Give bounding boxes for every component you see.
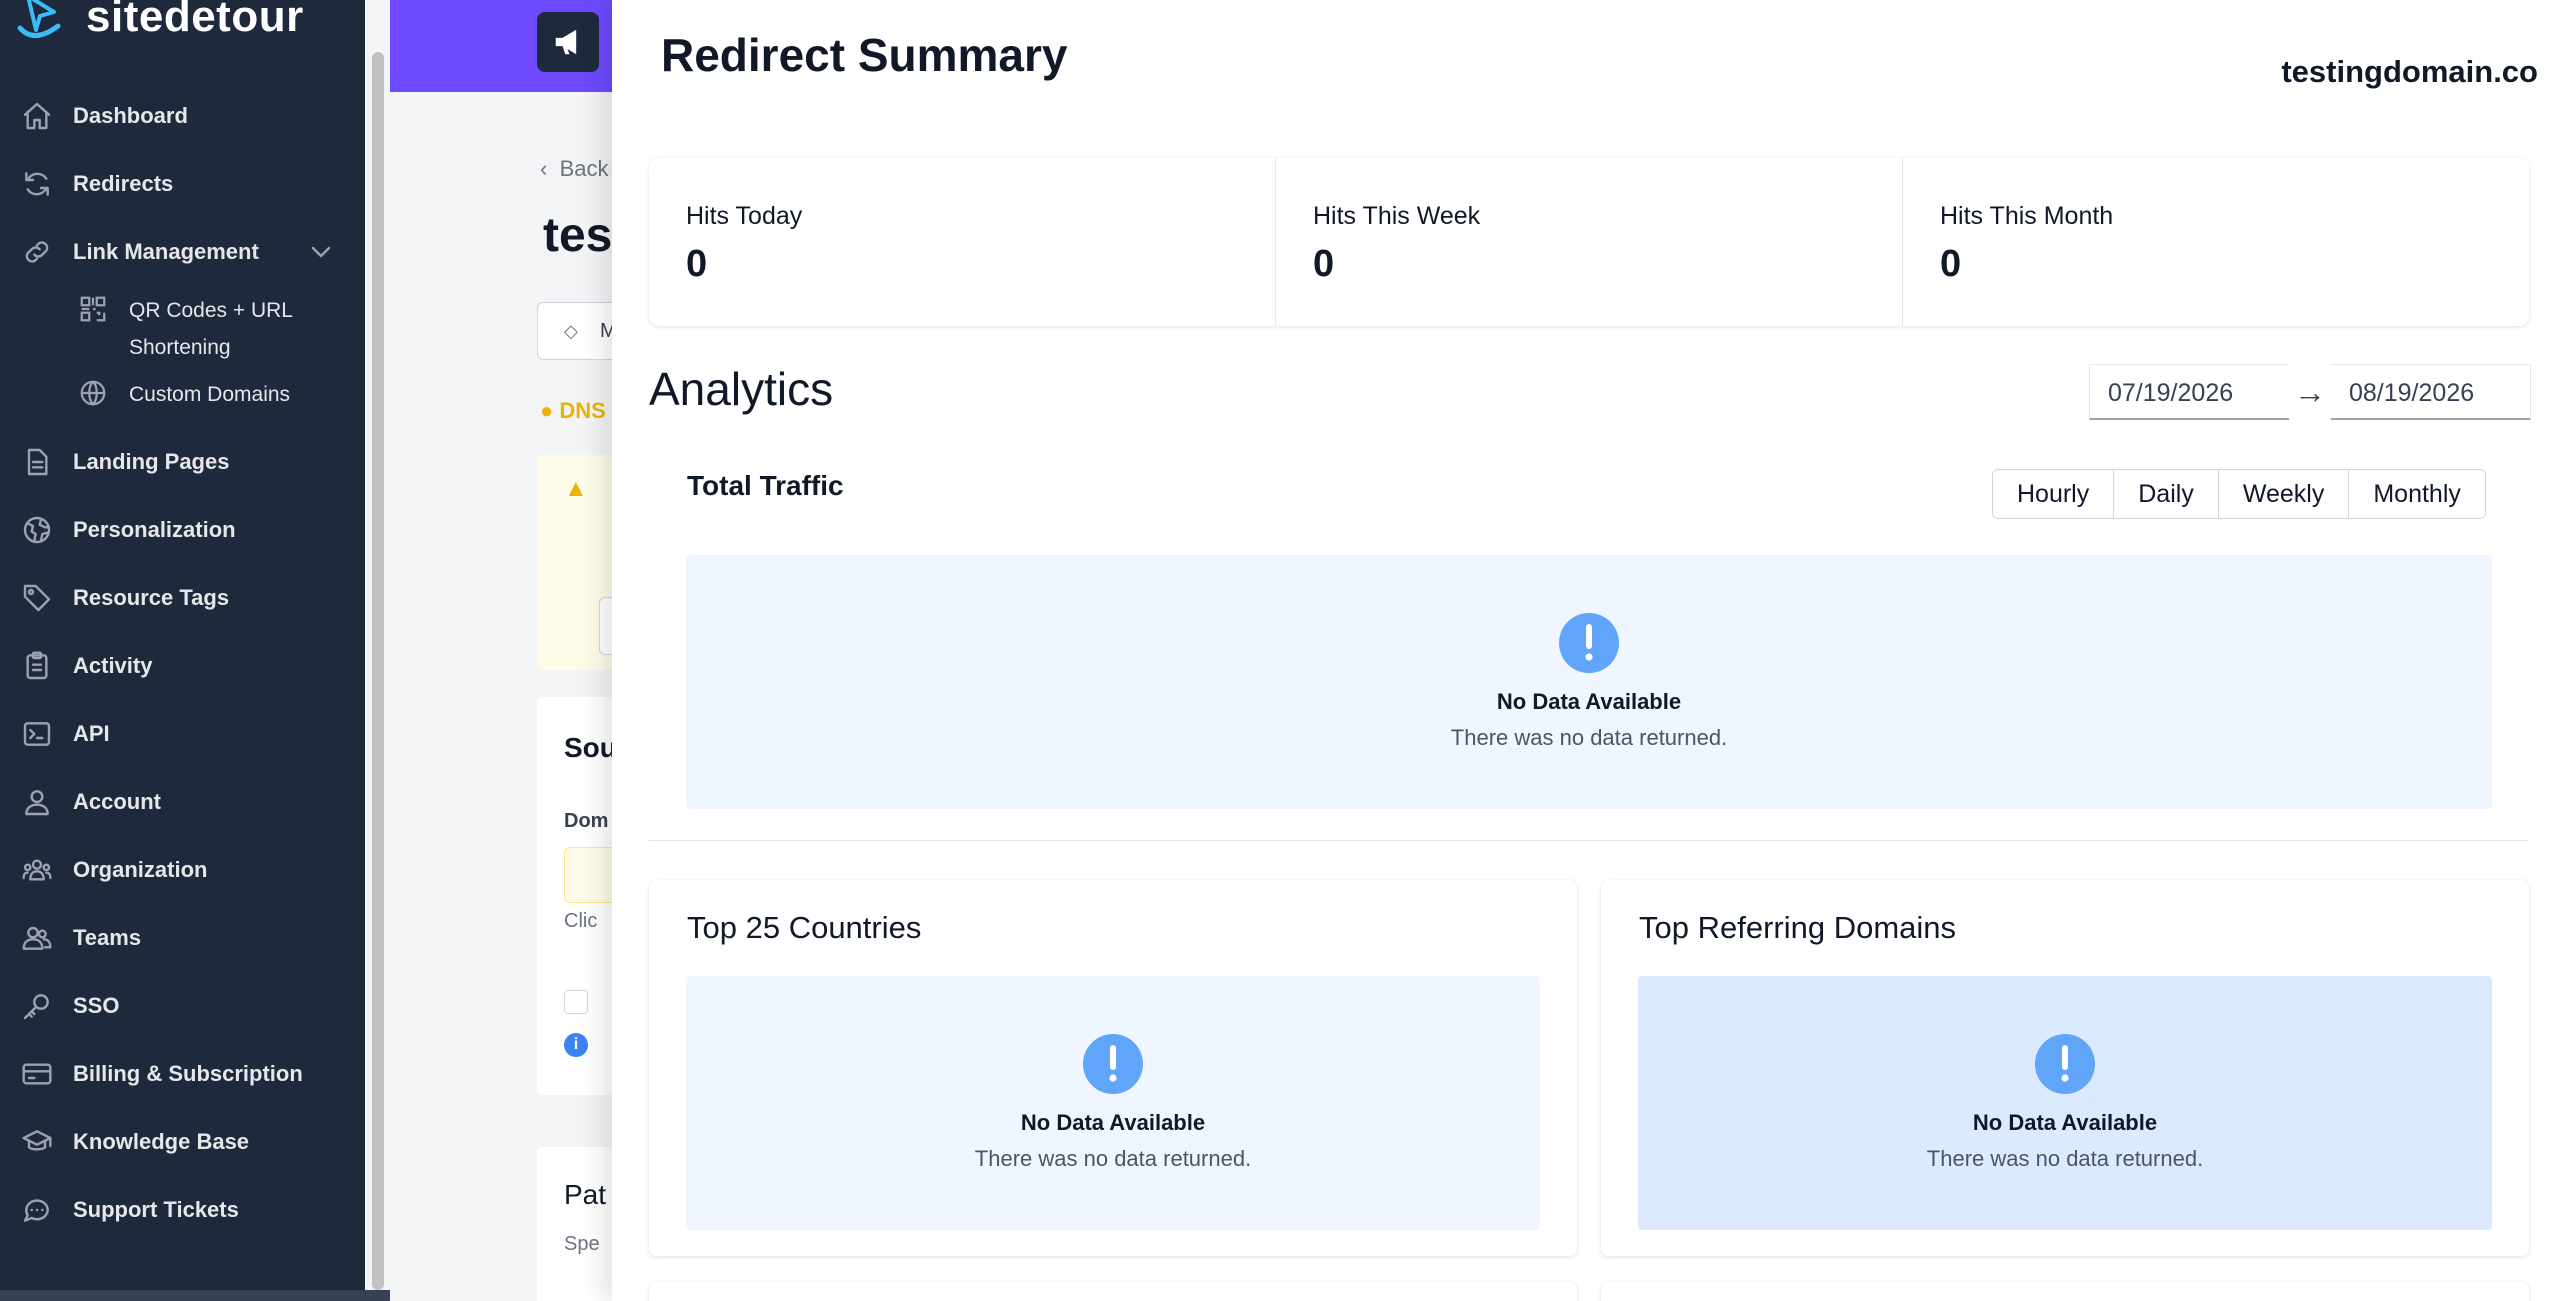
sidebar-item-label: Account (73, 789, 161, 814)
top-referrers-title: Top Referring Domains (1639, 910, 1957, 945)
section-divider (649, 840, 2529, 841)
brand-logo[interactable]: sitedetour (14, 0, 304, 52)
document-icon (20, 445, 54, 479)
sidebar-item-label: Personalization (73, 517, 236, 542)
dns-status: ● DNS (540, 398, 606, 423)
modal-title: Redirect Summary (661, 29, 1068, 81)
next-card-right (1601, 1282, 2529, 1301)
users-icon (20, 921, 54, 955)
sidebar-item-qr-codes[interactable]: QR Codes + URL Shortening (0, 286, 365, 360)
sidebar-item-label: Landing Pages (73, 449, 230, 474)
sidebar-item-label: Support Tickets (73, 1197, 239, 1222)
checkbox[interactable] (564, 990, 588, 1014)
sidebar-item-redirects[interactable]: Redirects (0, 150, 365, 218)
tag-icon (20, 581, 54, 615)
sidebar-item-custom-domains[interactable]: Custom Domains (0, 360, 365, 428)
date-range-picker[interactable]: 07/19/2026 → 08/19/2026 (2089, 364, 2531, 420)
analytics-heading: Analytics (649, 363, 834, 415)
user-icon (20, 785, 54, 819)
arrow-right-icon: → (2294, 373, 2326, 410)
sidebar-item-label: Redirects (73, 171, 174, 196)
sidebar-item-personalization[interactable]: Personalization (0, 496, 365, 564)
modal-domain: testingdomain.co (2281, 54, 2538, 89)
sidebar-item-dashboard[interactable]: Dashboard (0, 82, 365, 150)
refresh-icon (20, 167, 54, 201)
sidebar-scrollbar-thumb[interactable] (372, 52, 384, 1290)
chat-icon (20, 1193, 54, 1227)
sidebar-item-account[interactable]: Account (0, 768, 365, 836)
hits-stats: Hits Today 0 Hits This Week 0 Hits This … (649, 158, 2529, 326)
key-icon (20, 989, 54, 1023)
qr-code-icon (76, 292, 110, 326)
warning-icon: ▲ (564, 475, 588, 502)
referrers-empty-state: No Data Available There was no data retu… (1638, 976, 2492, 1230)
granularity-hourly[interactable]: Hourly (1993, 470, 2115, 518)
sidebar-item-activity[interactable]: Activity (0, 632, 365, 700)
granularity-weekly[interactable]: Weekly (2218, 470, 2350, 518)
brand-name: sitedetour (86, 0, 304, 41)
sidebar-item-sso[interactable]: SSO (0, 972, 365, 1040)
sidebar-item-label: API (73, 721, 110, 746)
tag-icon: ◇ (564, 321, 578, 341)
total-traffic-heading: Total Traffic (687, 470, 844, 501)
sidebar-item-label: Billing & Subscription (73, 1061, 303, 1086)
sidebar: sitedetour Dashboard Redirects Link Mana… (0, 0, 365, 1301)
globe-icon (76, 376, 110, 410)
info-icon: i (564, 1033, 588, 1057)
sidebar-nav: Dashboard Redirects Link Management QR C… (0, 82, 365, 1244)
sidebar-item-label: Teams (73, 925, 142, 950)
top-countries-title: Top 25 Countries (687, 910, 922, 945)
home-icon (20, 99, 54, 133)
sidebar-item-label: Dashboard (73, 103, 188, 128)
sidebar-item-teams[interactable]: Teams (0, 904, 365, 972)
exclamation-icon (1559, 613, 1619, 673)
stat-hits-week: Hits This Week 0 (1276, 158, 1903, 326)
sidebar-item-api[interactable]: API (0, 700, 365, 768)
megaphone-icon[interactable] (537, 12, 599, 72)
sidebar-item-knowledge-base[interactable]: Knowledge Base (0, 1108, 365, 1176)
globe-alt-icon (20, 513, 54, 547)
stat-hits-today: Hits Today 0 (649, 158, 1276, 326)
sidebar-item-link-management[interactable]: Link Management (0, 218, 365, 286)
end-date-input[interactable]: 08/19/2026 (2331, 364, 2531, 420)
sidebar-item-label: Link Management (73, 239, 259, 264)
back-link[interactable]: ‹ Back (540, 156, 608, 182)
sidebar-item-label: Organization (73, 857, 208, 882)
sidebar-item-label: SSO (73, 993, 120, 1018)
academic-cap-icon (20, 1125, 54, 1159)
top-countries-card: Top 25 Countries No Data Available There… (649, 880, 1577, 1256)
sidebar-footer (0, 1290, 390, 1301)
sidebar-item-organization[interactable]: Organization (0, 836, 365, 904)
redirect-summary-panel: Redirect Summary testingdomain.co Hits T… (612, 0, 2560, 1301)
next-card-left (649, 1282, 1577, 1301)
stat-hits-month: Hits This Month 0 (1940, 202, 2114, 285)
sidebar-item-label: Knowledge Base (73, 1129, 250, 1154)
top-referrers-card: Top Referring Domains No Data Available … (1601, 880, 2529, 1256)
logo-icon (17, 0, 61, 38)
sidebar-item-resource-tags[interactable]: Resource Tags (0, 564, 365, 632)
traffic-empty-state: No Data Available There was no data retu… (686, 555, 2492, 809)
terminal-icon (20, 717, 54, 751)
user-group-icon (20, 853, 54, 887)
clipboard-icon (20, 649, 54, 683)
start-date-input[interactable]: 07/19/2026 (2089, 364, 2289, 420)
chevron-down-icon[interactable] (305, 236, 337, 268)
exclamation-icon (2035, 1034, 2095, 1094)
link-icon (20, 235, 54, 269)
credit-card-icon (20, 1057, 54, 1091)
granularity-monthly[interactable]: Monthly (2349, 470, 2485, 518)
sidebar-item-landing-pages[interactable]: Landing Pages (0, 428, 365, 496)
countries-empty-state: No Data Available There was no data retu… (686, 976, 1540, 1230)
granularity-toggle: Hourly Daily Weekly Monthly (1992, 469, 2486, 519)
sidebar-item-support-tickets[interactable]: Support Tickets (0, 1176, 365, 1244)
sidebar-item-label: Activity (73, 653, 153, 678)
page-title: tes (543, 209, 613, 262)
sidebar-item-label: Resource Tags (73, 585, 230, 610)
granularity-daily[interactable]: Daily (2114, 470, 2219, 518)
sidebar-item-billing[interactable]: Billing & Subscription (0, 1040, 365, 1108)
sidebar-item-label: Custom Domains (129, 383, 291, 406)
exclamation-icon (1083, 1034, 1143, 1094)
sidebar-item-label: QR Codes + URL Shortening (129, 299, 293, 359)
